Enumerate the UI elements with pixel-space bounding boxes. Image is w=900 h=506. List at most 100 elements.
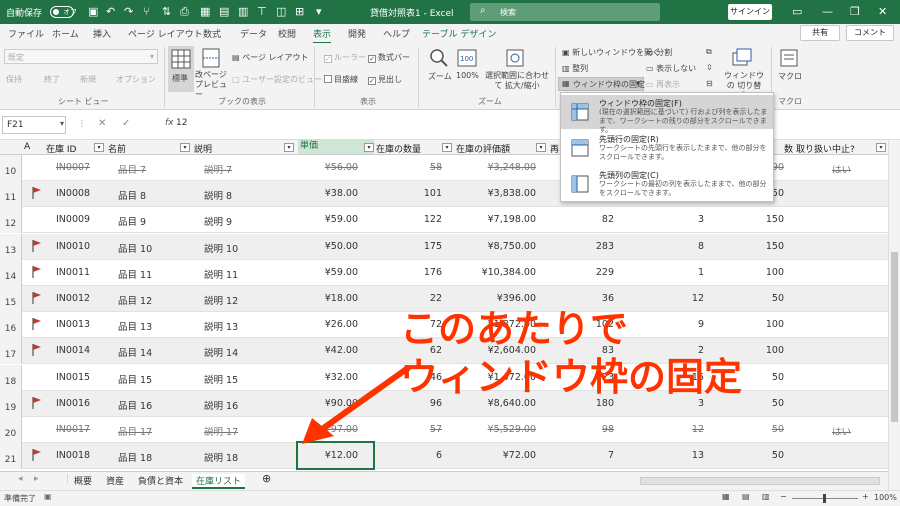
cell-value[interactable]: ¥3,248.00 <box>488 162 536 173</box>
cell-qty[interactable]: 22 <box>430 293 442 304</box>
cell-qty[interactable]: 6 <box>436 450 442 461</box>
col-header-a[interactable]: A <box>24 142 30 152</box>
vertical-scrollbar[interactable] <box>888 140 900 490</box>
zoom-in-icon[interactable]: + <box>862 492 869 501</box>
tab-table-design[interactable]: テーブル デザイン <box>422 27 496 40</box>
cell-count[interactable]: 100 <box>766 267 784 278</box>
ruler-checkbox[interactable]: ✓ ルーラー <box>324 52 366 63</box>
row-number[interactable]: 13 <box>0 233 22 260</box>
cell-desc[interactable]: 説明 12 <box>204 293 238 307</box>
cell-name[interactable]: 品目 18 <box>118 450 152 464</box>
cell-count[interactable]: 150 <box>766 241 784 252</box>
cell-desc[interactable]: 説明 15 <box>204 372 238 386</box>
signin-button[interactable]: サインイン <box>728 4 772 20</box>
tab-file[interactable]: ファイル <box>8 27 44 40</box>
row-number[interactable]: 15 <box>0 286 22 312</box>
filter-dropdown-icon[interactable]: ▾ <box>94 143 104 152</box>
cell-id[interactable]: IN0015 <box>56 372 90 383</box>
formula-value[interactable]: 12 <box>176 118 187 128</box>
sheet-tab-liabilities[interactable]: 負債と資本 <box>138 474 183 487</box>
zoom-out-icon[interactable]: − <box>780 492 787 501</box>
tab-developer[interactable]: 開発 <box>348 27 366 40</box>
sort-icon[interactable]: ⇅ <box>162 5 171 18</box>
tab-help[interactable]: ヘルプ <box>383 27 410 40</box>
cell-qty[interactable]: 57 <box>430 424 442 435</box>
cell-value[interactable]: ¥396.00 <box>497 293 536 304</box>
col-header-desc[interactable]: 説明 <box>194 142 212 155</box>
tab-insert[interactable]: 挿入 <box>93 27 111 40</box>
table-row[interactable]: 13 IN0010 品目 10 説明 10 ¥50.00 175 ¥8,750.00 283 8… <box>0 233 888 260</box>
tab-home[interactable]: ホーム <box>52 27 79 40</box>
share-button[interactable]: 共有 <box>800 25 840 41</box>
tab-view[interactable]: 表示 <box>313 27 332 44</box>
cell-desc[interactable]: 説明 17 <box>204 424 238 438</box>
sheet-view-dropdown[interactable]: 既定 ▾ <box>4 49 158 64</box>
cell-price[interactable]: ¥59.00 <box>325 267 358 278</box>
row-number[interactable]: 20 <box>0 417 22 443</box>
cell-discontinued[interactable]: はい <box>832 162 851 176</box>
filter-dropdown-icon[interactable]: ▾ <box>442 143 452 152</box>
cell-value[interactable]: ¥3,838.00 <box>488 188 536 199</box>
cell-id[interactable]: IN0014 <box>56 345 90 356</box>
cell-qty[interactable]: 122 <box>424 214 442 225</box>
hide-button[interactable]: ▭ 表示しない <box>646 63 696 74</box>
customize-qat-icon[interactable]: ▾ <box>316 5 322 18</box>
col-header-value[interactable]: 在庫の評価額 <box>456 142 510 155</box>
redo-icon[interactable]: ↷ <box>124 5 133 18</box>
row-number[interactable]: 17 <box>0 338 22 365</box>
cell-name[interactable]: 品目 14 <box>118 345 152 359</box>
row-number[interactable]: 10 <box>0 155 22 181</box>
sheet-tab-overview[interactable]: 概要 <box>74 474 92 487</box>
cell-price[interactable]: ¥42.00 <box>325 345 358 356</box>
cell-count[interactable]: 150 <box>766 214 784 225</box>
formula-bar-checkbox[interactable]: ✓ 数式バー <box>368 52 410 63</box>
cell-name[interactable]: 品目 8 <box>118 188 146 202</box>
close-icon[interactable]: ✕ <box>878 5 887 18</box>
enter-icon[interactable]: ✓ <box>122 118 130 129</box>
cell-id[interactable]: IN0017 <box>56 424 90 435</box>
cell-name[interactable]: 品目 12 <box>118 293 152 307</box>
cell-desc[interactable]: 説明 7 <box>204 162 232 176</box>
cancel-icon[interactable]: ✕ <box>98 118 106 129</box>
filter-dropdown-icon[interactable]: ▾ <box>876 143 886 152</box>
cell-reorder[interactable]: 283 <box>596 241 614 252</box>
macro-icon[interactable] <box>778 47 800 69</box>
cell-id[interactable]: IN0007 <box>56 162 90 173</box>
cell-id[interactable]: IN0012 <box>56 293 90 304</box>
cell-price[interactable]: ¥59.00 <box>325 214 358 225</box>
cell-id[interactable]: IN0009 <box>56 214 90 225</box>
sheet-view-options[interactable]: オプション <box>116 74 156 85</box>
row-number[interactable]: 18 <box>0 364 22 391</box>
zoom-selection-label[interactable]: 選択範囲に合わせて 拡大/縮小 <box>482 71 552 91</box>
col-header-price[interactable]: 単価 <box>298 140 374 154</box>
cell-id[interactable]: IN0018 <box>56 450 90 461</box>
cell-name[interactable]: 品目 10 <box>118 241 152 255</box>
cell-value[interactable]: ¥10,384.00 <box>482 267 536 278</box>
page-break-status-icon[interactable]: ▥ <box>762 492 770 501</box>
cell-desc[interactable]: 説明 8 <box>204 188 232 202</box>
shape-icon[interactable]: ◫ <box>276 5 286 18</box>
chart-icon[interactable]: ▥ <box>238 5 248 18</box>
page-break-icon[interactable] <box>200 47 222 69</box>
row-number[interactable]: 16 <box>0 312 22 339</box>
cell-days[interactable]: 12 <box>692 293 704 304</box>
col-header-qty[interactable]: 在庫の数量 <box>376 142 421 155</box>
cell-name[interactable]: 品目 9 <box>118 214 146 228</box>
minimize-icon[interactable]: — <box>822 5 833 18</box>
cell-days[interactable]: 8 <box>698 241 704 252</box>
macro-label[interactable]: マクロ <box>778 71 802 82</box>
table-row[interactable]: 14 IN0011 品目 11 説明 11 ¥59.00 176 ¥10,384.00 229… <box>0 259 888 286</box>
cell-days[interactable]: 1 <box>698 267 704 278</box>
undo-icon[interactable]: ↶ <box>106 5 115 18</box>
cell-id[interactable]: IN0013 <box>56 319 90 330</box>
row-number[interactable]: 11 <box>0 181 22 208</box>
cell-reorder[interactable]: 229 <box>596 267 614 278</box>
cell-id[interactable]: IN0008 <box>56 188 90 199</box>
cell-name[interactable]: 品目 7 <box>118 162 146 176</box>
cell-days[interactable]: 13 <box>692 450 704 461</box>
cell-desc[interactable]: 説明 13 <box>204 319 238 333</box>
col-header-id[interactable]: 在庫 ID <box>46 142 76 155</box>
table-row[interactable]: 21 IN0018 品目 18 説明 18 ¥12.00 6 ¥72.00 7 13 50 <box>0 443 888 470</box>
zoom-percent[interactable]: 100% <box>874 493 897 502</box>
page-layout-view-button[interactable]: ▤ ページ レイアウト <box>232 52 309 63</box>
